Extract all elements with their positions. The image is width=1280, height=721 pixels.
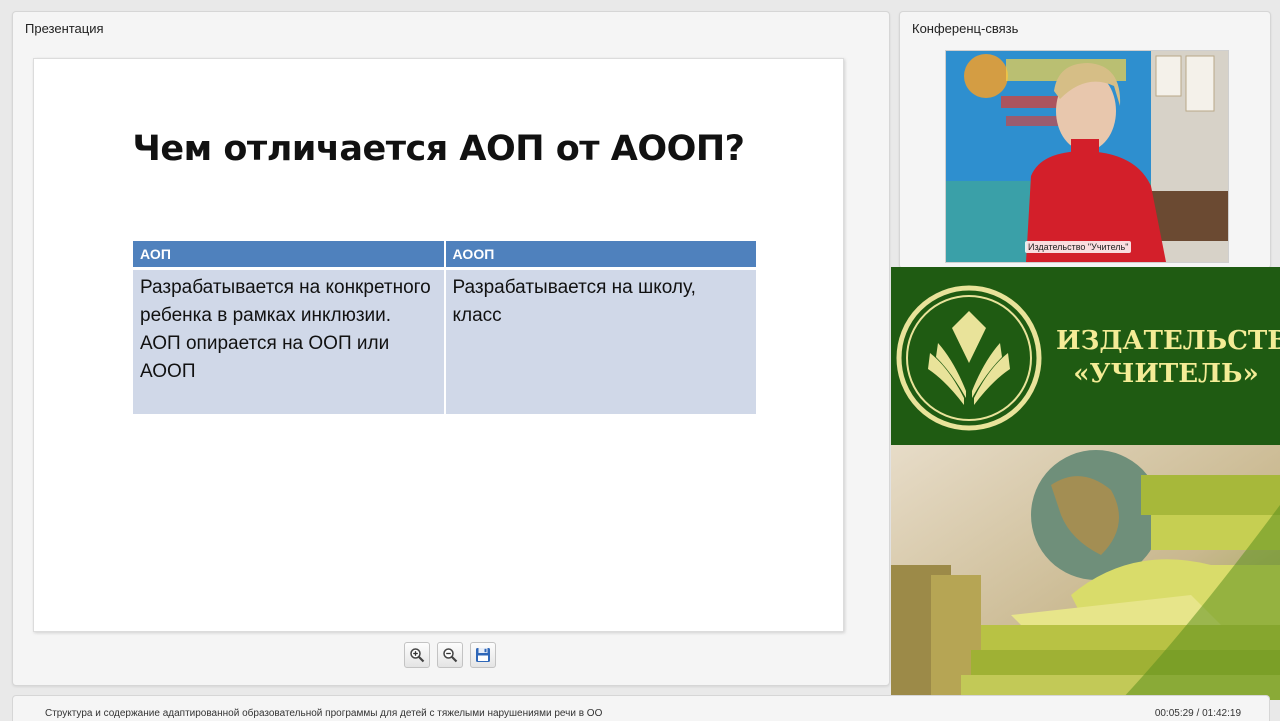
zoom-out-button[interactable] (437, 642, 463, 668)
slide: Чем отличается АОП от АООП? АОП АООП Раз… (33, 58, 844, 632)
zoom-out-icon (442, 647, 458, 663)
conference-panel-title: Конференц-связь (912, 21, 1018, 36)
zoom-in-icon (409, 647, 425, 663)
participant-name-label: Издательство "Учитель" (1025, 241, 1131, 253)
footer-bar: Структура и содержание адаптированной об… (12, 695, 1270, 721)
save-button[interactable] (470, 642, 496, 668)
publisher-name: ИЗДАТЕЛЬСТВО «УЧИТЕЛЬ» (1056, 325, 1276, 391)
zoom-in-button[interactable] (404, 642, 430, 668)
presentation-panel-title: Презентация (25, 21, 104, 36)
table-row: Разрабатывается на конкретного ребенка в… (133, 269, 756, 415)
table-header-row: АОП АООП (133, 241, 756, 269)
playback-time: 00:05:29 / 01:42:19 (1155, 708, 1241, 719)
lecture-title: Структура и содержание адаптированной об… (45, 708, 602, 719)
conference-panel: Конференц-связь Издательство "Учитель" (899, 11, 1271, 269)
slide-title: Чем отличается АОП от АООП? (34, 129, 843, 169)
table-header-cell: АОП (133, 241, 445, 269)
table-cell: Разрабатывается на конкретного ребенка в… (133, 269, 445, 415)
publisher-name-line1: ИЗДАТЕЛЬСТВО (1056, 325, 1276, 358)
publisher-name-line2: «УЧИТЕЛЬ» (1056, 358, 1276, 391)
slide-table: АОП АООП Разрабатывается на конкретного … (133, 241, 756, 414)
webcam-frame-image (946, 51, 1228, 262)
promo-banner: ИЗДАТЕЛЬСТВО «УЧИТЕЛЬ» (891, 267, 1280, 700)
publisher-logo (894, 283, 1044, 433)
promo-green-panel: ИЗДАТЕЛЬСТВО «УЧИТЕЛЬ» (891, 267, 1280, 445)
table-cell: Разрабатывается на школу, класс (445, 269, 757, 415)
floppy-disk-icon (475, 647, 491, 663)
presentation-panel: Презентация Чем отличается АОП от АООП? … (12, 11, 890, 686)
webcam-video[interactable]: Издательство "Учитель" (945, 50, 1229, 263)
books-globe-image (891, 445, 1280, 700)
table-header-cell: АООП (445, 241, 757, 269)
